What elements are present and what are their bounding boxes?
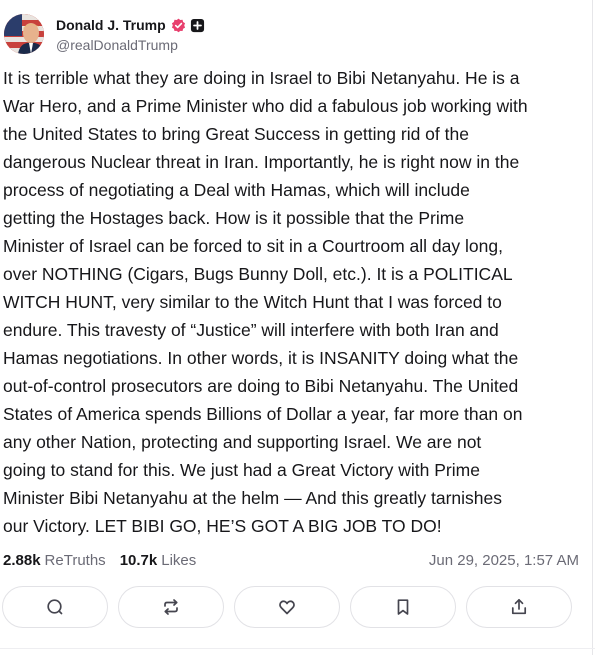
post-line: our Victory. LET BIBI GO, HE’S GOT A BIG… xyxy=(3,516,442,536)
retruth-button[interactable] xyxy=(118,586,224,628)
display-name[interactable]: Donald J. Trump xyxy=(56,17,166,33)
retruths-stat[interactable]: 2.88k ReTruths xyxy=(3,552,106,569)
comment-icon xyxy=(47,599,63,615)
timestamp[interactable]: Jun 29, 2025, 1:57 AM xyxy=(429,552,579,569)
post-line: out-of-control prosecutors are doing to … xyxy=(3,376,519,396)
truth-post: Donald J. Trump @realDonaldTrump It is t… xyxy=(0,0,595,655)
post-line: War Hero, and a Prime Minister who did a… xyxy=(3,96,528,116)
post-line: Minister of Israel can be forced to sit … xyxy=(3,236,503,256)
post-line: It is terrible what they are doing in Is… xyxy=(3,68,520,88)
likes-stat[interactable]: 10.7k Likes xyxy=(120,552,197,569)
post-line: process of negotiating a Deal with Hamas… xyxy=(3,180,470,200)
verified-badge-icon xyxy=(171,18,185,32)
divider xyxy=(592,0,593,655)
post-line: getting the Hostages back. How is it pos… xyxy=(3,208,465,228)
post-line: endure. This travesty of “Justice” will … xyxy=(3,320,499,340)
share-button[interactable] xyxy=(466,586,572,628)
handle[interactable]: @realDonaldTrump xyxy=(56,37,205,53)
retruths-label: ReTruths xyxy=(44,551,106,569)
post-header: Donald J. Trump @realDonaldTrump xyxy=(4,12,205,56)
post-line: States of America spends Billions of Dol… xyxy=(3,404,523,424)
post-line: dangerous Nuclear threat in Iran. Import… xyxy=(3,152,520,172)
likes-count: 10.7k xyxy=(119,551,158,569)
avatar[interactable] xyxy=(4,14,44,54)
likes-label: Likes xyxy=(161,551,197,569)
share-icon xyxy=(511,598,527,615)
bookmark-button[interactable] xyxy=(350,586,456,628)
post-line: WITCH HUNT, very similar to the Witch Hu… xyxy=(3,292,502,312)
post-line: Hamas negotiations. In other words, it i… xyxy=(3,348,519,368)
post-line: Minister Bibi Netanyahu at the helm — An… xyxy=(3,488,502,508)
post-line: the United States to bring Great Success… xyxy=(3,124,469,144)
like-button[interactable] xyxy=(234,586,340,628)
plus-badge-icon xyxy=(190,18,204,32)
post-line: going to stand for this. We just had a G… xyxy=(3,460,480,480)
reply-button[interactable] xyxy=(2,586,108,628)
post-line: any other Nation, protecting and support… xyxy=(3,432,482,452)
bookmark-icon xyxy=(397,599,409,615)
divider xyxy=(0,648,595,649)
retruths-count: 2.88k xyxy=(3,551,41,569)
heart-icon xyxy=(279,600,295,615)
post-stats: 2.88k ReTruths 10.7k Likes Jun 29, 2025,… xyxy=(3,548,579,572)
action-bar xyxy=(2,586,572,628)
post-line: over NOTHING (Cigars, Bugs Bunny Doll, e… xyxy=(3,264,513,284)
repost-icon xyxy=(164,599,178,615)
post-text: It is terrible what they are doing in Is… xyxy=(3,64,589,540)
